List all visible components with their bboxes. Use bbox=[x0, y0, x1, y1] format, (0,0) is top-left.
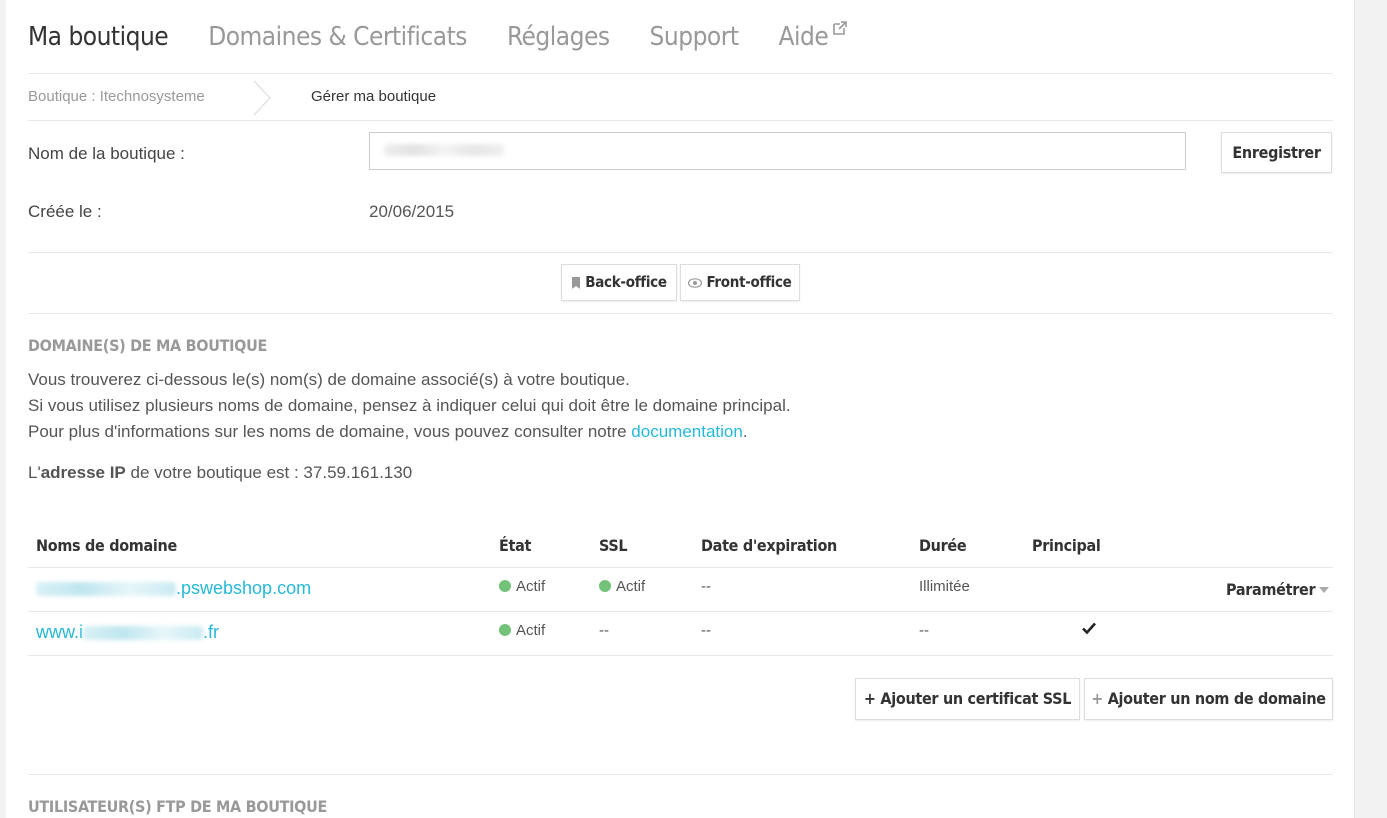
tab-aide-label: Aide bbox=[778, 22, 829, 52]
domains-line2: Si vous utilisez plusieurs noms de domai… bbox=[28, 396, 791, 415]
form-divider bbox=[28, 252, 1333, 253]
row-divider bbox=[28, 655, 1333, 656]
domains-line3-end: . bbox=[742, 422, 748, 441]
col-state: État bbox=[499, 536, 532, 555]
row2-state: Actif bbox=[499, 622, 545, 639]
row2-state-text: Actif bbox=[516, 622, 546, 639]
tab-ma-boutique[interactable]: Ma boutique bbox=[28, 22, 169, 52]
main-panel: Ma boutique Domaines & Certificats Réglage… bbox=[6, 0, 1355, 818]
caret-down-icon bbox=[1319, 587, 1330, 593]
redacted-domain-part bbox=[83, 626, 204, 641]
domain-2-suffix: .fr bbox=[203, 622, 220, 642]
ip-address-line: L'adresse IP de votre boutique est : 37.… bbox=[28, 463, 412, 483]
shop-name-input[interactable] bbox=[369, 132, 1186, 170]
redacted-shop-name bbox=[384, 144, 504, 156]
breadcrumb-parent[interactable]: Boutique : Itechnosysteme bbox=[28, 88, 205, 105]
table-header-divider bbox=[28, 567, 1333, 568]
col-principal: Principal bbox=[1032, 536, 1101, 555]
row1-ssl-text: Actif bbox=[616, 578, 646, 595]
row2-ssl: -- bbox=[599, 622, 609, 639]
office-divider bbox=[28, 313, 1333, 314]
domain-link-1[interactable]: .pswebshop.com bbox=[36, 578, 311, 599]
ip-prefix: L' bbox=[28, 463, 41, 482]
back-office-label: Back-office bbox=[585, 273, 667, 291]
col-duration: Durée bbox=[919, 536, 967, 555]
domains-line3: Pour plus d'informations sur les noms de… bbox=[28, 419, 748, 445]
top-nav: Ma boutique Domaines & Certificats Réglage… bbox=[28, 21, 888, 62]
tab-support[interactable]: Support bbox=[650, 22, 739, 52]
row1-expiration: -- bbox=[701, 578, 711, 595]
add-ssl-button[interactable]: + Ajouter un certificat SSL bbox=[855, 678, 1080, 720]
row1-state: Actif bbox=[499, 578, 545, 595]
domains-line1: Vous trouverez ci-dessous le(s) nom(s) d… bbox=[28, 370, 630, 389]
breadcrumb-divider bbox=[28, 120, 1333, 121]
parametrer-label: Paramétrer bbox=[1226, 580, 1316, 599]
tab-aide[interactable]: Aide bbox=[778, 21, 849, 52]
front-office-button[interactable]: Front-office bbox=[680, 264, 800, 301]
plus-icon: + bbox=[1091, 689, 1103, 708]
ftp-section-title: UTILISATEUR(S) FTP DE MA BOUTIQUE bbox=[28, 797, 328, 816]
domain-1-suffix: .pswebshop.com bbox=[176, 578, 312, 598]
row2-expiration: -- bbox=[701, 622, 711, 639]
front-office-label: Front-office bbox=[706, 273, 792, 291]
documentation-link[interactable]: documentation bbox=[631, 422, 743, 441]
domain-2-prefix: www.i bbox=[36, 622, 84, 642]
row2-duration: -- bbox=[919, 622, 929, 639]
redacted-domain-part bbox=[36, 582, 176, 597]
domain-link-2[interactable]: www.i .fr bbox=[36, 622, 219, 643]
tab-reglages[interactable]: Réglages bbox=[507, 22, 610, 52]
ip-text: de votre boutique est : 37.59.161.130 bbox=[125, 463, 413, 482]
add-domain-label: Ajouter un nom de domaine bbox=[1107, 689, 1326, 708]
external-link-icon bbox=[833, 21, 848, 35]
shop-name-label: Nom de la boutique : bbox=[28, 144, 185, 163]
breadcrumb-current: Gérer ma boutique bbox=[311, 88, 437, 105]
status-dot-icon bbox=[499, 580, 511, 592]
col-domain-name: Noms de domaine bbox=[36, 536, 177, 555]
col-expiration: Date d'expiration bbox=[701, 536, 837, 555]
row1-duration: Illimitée bbox=[919, 578, 970, 595]
add-domain-button[interactable]: + Ajouter un nom de domaine bbox=[1084, 678, 1333, 720]
breadcrumb-chevron-icon bbox=[253, 80, 271, 116]
principal-check-icon bbox=[1082, 622, 1096, 635]
row1-state-text: Actif bbox=[516, 578, 546, 595]
bookmark-icon bbox=[572, 276, 581, 289]
tab-domaines-certificats[interactable]: Domaines & Certificats bbox=[208, 22, 467, 52]
section-divider bbox=[28, 774, 1333, 775]
nav-divider bbox=[28, 73, 1333, 74]
row-divider bbox=[28, 611, 1333, 612]
eye-icon bbox=[688, 277, 703, 288]
status-dot-icon bbox=[599, 580, 611, 592]
row1-ssl: Actif bbox=[599, 578, 645, 595]
created-label: Créée le : bbox=[28, 202, 102, 221]
ip-bold: adresse IP bbox=[40, 463, 126, 482]
col-ssl: SSL bbox=[599, 536, 628, 555]
domains-line3-text: Pour plus d'informations sur les noms de… bbox=[28, 422, 632, 441]
created-date: 20/06/2015 bbox=[369, 202, 455, 221]
status-dot-icon bbox=[499, 624, 511, 636]
back-office-button[interactable]: Back-office bbox=[561, 264, 677, 301]
save-button[interactable]: Enregistrer bbox=[1221, 132, 1332, 173]
parametrer-dropdown[interactable]: Paramétrer bbox=[1226, 580, 1330, 599]
domains-section-title: DOMAINE(S) DE MA BOUTIQUE bbox=[28, 336, 268, 355]
